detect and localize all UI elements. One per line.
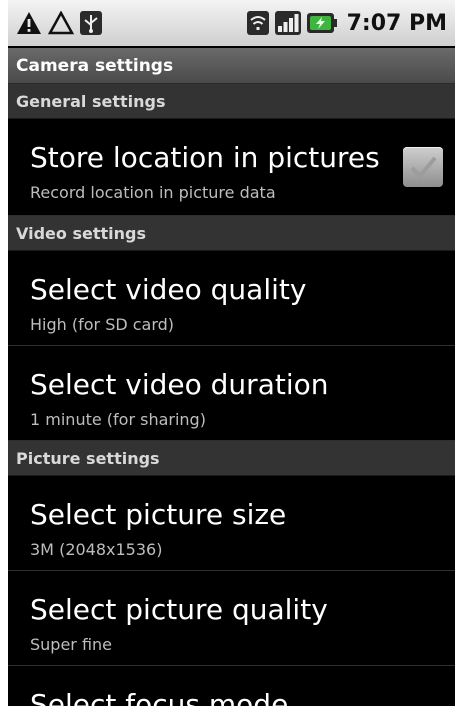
pref-title: Select video quality [30,273,307,306]
pref-title: Select video duration [30,368,329,401]
pref-summary: Record location in picture data [30,183,276,202]
pref-video-quality[interactable]: Select video quality High (for SD card) [8,251,455,346]
status-notifications [16,11,102,35]
pref-summary: 1 minute (for sharing) [30,410,206,429]
signal-icon [274,11,301,35]
pref-title: Select picture size [30,498,287,531]
page-title: Camera settings [16,55,174,76]
pref-summary: Super fine [30,635,113,654]
pref-title: Select picture quality [30,593,328,626]
category-header: General settings [16,91,166,111]
pref-summary: 3M (2048x1536) [30,540,163,559]
wifi-icon [246,11,269,35]
pref-picture-size[interactable]: Select picture size 3M (2048x1536) [8,476,455,571]
pref-picture-quality[interactable]: Select picture quality Super fine [8,571,455,666]
warning-icon [16,11,42,35]
warning-outline-icon [48,11,74,35]
pref-video-duration[interactable]: Select video duration 1 minute (for shar… [8,346,455,441]
clock: 7:07 PM [346,10,447,36]
pref-title: Select focus mode [30,688,289,706]
category-picture-settings: Picture settings [8,441,455,476]
battery-charging-icon [306,12,337,34]
category-general-settings: General settings [8,84,455,119]
usb-icon [80,11,102,35]
status-bar: 7:07 PM [8,0,455,46]
screen: 7:07 PM Camera settings General settings… [8,0,455,706]
settings-list[interactable]: General settings Store location in pictu… [8,84,455,706]
category-header: Picture settings [16,448,160,468]
category-header: Video settings [16,223,146,243]
pref-focus-mode[interactable]: Select focus mode [8,666,455,706]
checkmark-icon [410,156,437,179]
status-system: 7:07 PM [246,10,447,36]
pref-summary: High (for SD card) [30,315,175,334]
pref-store-location[interactable]: Store location in pictures Record locati… [8,119,455,216]
pref-title: Store location in pictures [30,141,380,174]
store-location-checkbox[interactable] [403,147,443,187]
category-video-settings: Video settings [8,216,455,251]
title-bar: Camera settings [8,48,455,84]
